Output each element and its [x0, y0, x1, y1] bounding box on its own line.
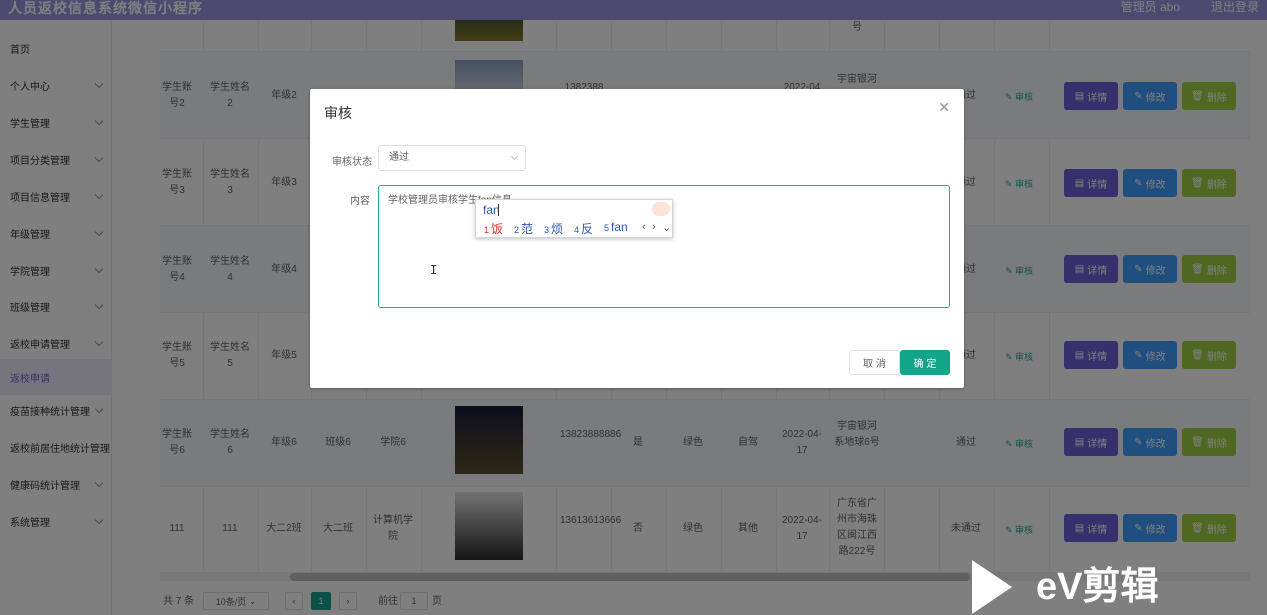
confirm-button[interactable]: 确 定	[900, 350, 950, 375]
chevron-down-icon	[510, 152, 519, 161]
cancel-button[interactable]: 取 消	[849, 350, 900, 375]
ime-logo-icon	[652, 202, 670, 216]
ime-candidate[interactable]: 3烦	[544, 220, 563, 237]
ime-prev-icon[interactable]: ‹	[642, 221, 646, 233]
text-cursor-icon: I	[430, 263, 438, 277]
ime-candidate-popup: fan 1饭 2范 3烦 4反 5 fan ‹ › ⌄	[475, 199, 673, 238]
dialog-title: 审核	[324, 105, 352, 121]
ime-candidate[interactable]: 4反	[574, 220, 593, 237]
close-icon[interactable]: ✕	[938, 99, 950, 116]
content-label: 内容	[350, 196, 370, 207]
play-logo-icon	[972, 560, 1012, 614]
ime-candidate[interactable]: 5 fan	[604, 220, 628, 234]
ime-candidate[interactable]: 1饭	[484, 220, 503, 237]
text-caret	[498, 204, 499, 216]
ime-candidate[interactable]: 2范	[514, 220, 533, 237]
ime-next-icon[interactable]: ›	[652, 221, 656, 233]
status-select[interactable]: 通过	[378, 145, 526, 171]
watermark-text: eV剪辑	[1036, 566, 1159, 608]
video-watermark: eV剪辑	[972, 560, 1232, 615]
status-label: 审核状态	[332, 157, 372, 168]
ime-expand-icon[interactable]: ⌄	[662, 221, 671, 234]
audit-dialog: 审核 ✕ 审核状态 通过 内容 学校管理员审核学生fan信息 取 消 确 定	[310, 89, 964, 388]
